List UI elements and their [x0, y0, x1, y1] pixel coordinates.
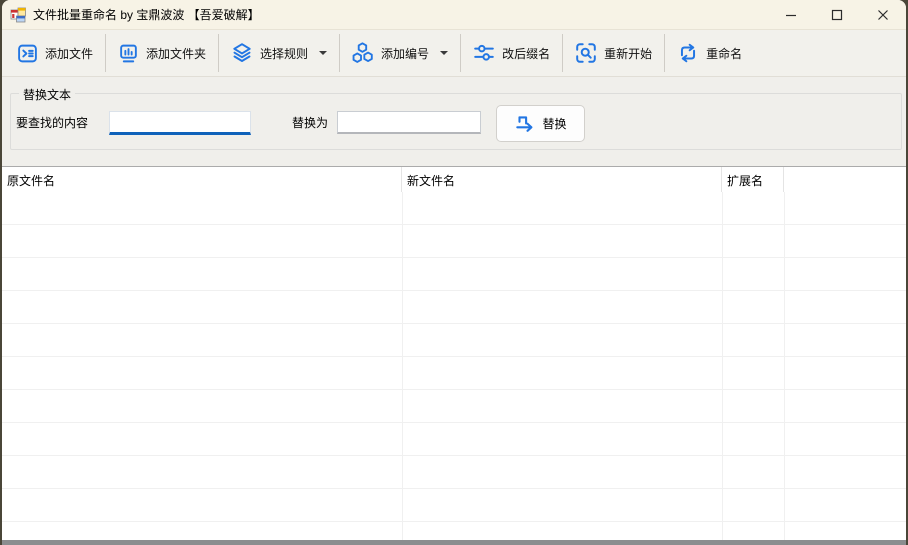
arrow-transfer-icon — [514, 113, 536, 135]
close-icon — [877, 9, 889, 21]
rename-label: 重命名 — [706, 45, 742, 62]
find-label: 要查找的内容 — [16, 113, 88, 134]
replace-button-label: 替换 — [542, 115, 566, 132]
replace-panel: 替换文本 要查找的内容 替换为 替换 — [2, 77, 906, 166]
toolbar-separator — [460, 34, 461, 72]
change-extension-button[interactable]: 改后缀名 — [463, 34, 560, 72]
minimize-icon — [785, 9, 797, 21]
maximize-button[interactable] — [814, 0, 860, 29]
add-files-button[interactable]: 添加文件 — [7, 34, 103, 72]
add-number-label: 添加编号 — [381, 45, 429, 62]
toolbar-separator — [562, 34, 563, 72]
add-number-button[interactable]: 添加编号 — [342, 34, 458, 72]
column-header-new-name[interactable]: 新文件名 — [402, 167, 722, 192]
file-list-header: 原文件名 新文件名 扩展名 — [2, 167, 906, 192]
find-input[interactable] — [109, 111, 251, 135]
window-bottom-border — [2, 540, 906, 545]
maximize-icon — [831, 9, 843, 21]
close-button[interactable] — [860, 0, 906, 29]
select-rule-label: 选择规则 — [260, 45, 308, 62]
add-folder-button[interactable]: 添加文件夹 — [108, 34, 216, 72]
app-window: 文件批量重命名 by 宝鼎波波 【吾爱破解】 添加文件 — [2, 0, 906, 545]
layers-icon — [231, 42, 253, 64]
add-folder-chart-icon — [118, 43, 139, 64]
sliders-icon — [473, 42, 495, 64]
chevron-down-icon — [319, 51, 327, 55]
select-rule-button[interactable]: 选择规则 — [221, 34, 337, 72]
window-title: 文件批量重命名 by 宝鼎波波 【吾爱破解】 — [33, 6, 260, 23]
grid-line-vertical — [722, 192, 723, 540]
toolbar-separator — [339, 34, 340, 72]
column-header-extension[interactable]: 扩展名 — [722, 167, 784, 192]
scan-search-icon — [575, 42, 597, 64]
titlebar: 文件批量重命名 by 宝鼎波波 【吾爱破解】 — [2, 0, 906, 30]
chevron-down-icon — [440, 51, 448, 55]
grid-line-vertical — [402, 192, 403, 540]
file-list-body — [2, 192, 906, 540]
minimize-button[interactable] — [768, 0, 814, 29]
add-files-label: 添加文件 — [45, 45, 93, 62]
add-folder-label: 添加文件夹 — [146, 45, 206, 62]
hexagons-icon — [352, 42, 374, 64]
replace-with-input[interactable] — [337, 111, 481, 134]
toolbar-separator — [664, 34, 665, 72]
rename-button[interactable]: 重命名 — [667, 34, 752, 72]
change-extension-label: 改后缀名 — [502, 45, 550, 62]
add-file-list-icon — [17, 43, 38, 64]
app-windows-icon — [10, 7, 26, 23]
caption-buttons — [768, 0, 906, 29]
replace-groupbox: 替换文本 要查找的内容 替换为 替换 — [10, 93, 902, 150]
replace-with-label: 替换为 — [292, 113, 328, 134]
grid-line-vertical — [784, 192, 785, 540]
toolbar-separator — [218, 34, 219, 72]
restart-button[interactable]: 重新开始 — [565, 34, 662, 72]
toolbar-separator — [105, 34, 106, 72]
column-header-original-name[interactable]: 原文件名 — [2, 167, 402, 192]
replace-button[interactable]: 替换 — [496, 105, 585, 142]
repeat-arrows-icon — [677, 42, 699, 64]
restart-label: 重新开始 — [604, 45, 652, 62]
column-header-filler — [784, 167, 906, 192]
groupbox-title: 替换文本 — [19, 86, 75, 103]
toolbar: 添加文件 添加文件夹 选择规则 — [2, 30, 906, 77]
file-list[interactable]: 原文件名 新文件名 扩展名 — [2, 166, 906, 540]
